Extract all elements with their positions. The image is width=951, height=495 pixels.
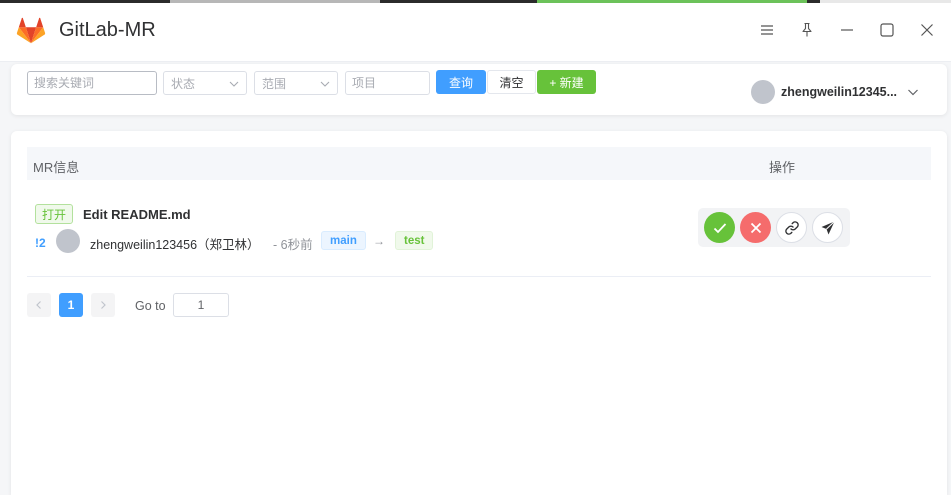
- send-icon: [821, 220, 835, 234]
- status-select[interactable]: 状态: [163, 71, 247, 95]
- link-icon: [784, 220, 799, 235]
- table-header: MR信息 操作: [27, 147, 931, 180]
- action-group: [698, 208, 850, 247]
- gitlab-logo-icon: [16, 17, 46, 44]
- menu-button[interactable]: [757, 20, 777, 40]
- status-badge: 打开: [35, 204, 74, 224]
- branch-arrow: →: [373, 234, 385, 248]
- copy-link-button[interactable]: [776, 212, 807, 243]
- keyword-input[interactable]: [34, 76, 156, 90]
- project-input-wrapper[interactable]: [345, 71, 430, 95]
- reject-button[interactable]: [740, 212, 771, 243]
- top-strip-segment: [170, 0, 380, 3]
- clear-button[interactable]: 清空: [487, 70, 536, 94]
- app-title: GitLab-MR: [59, 19, 156, 41]
- minimize-button[interactable]: [837, 20, 857, 40]
- maximize-button[interactable]: [877, 20, 897, 40]
- approve-button[interactable]: [704, 212, 735, 243]
- scope-select-placeholder: 范围: [262, 76, 287, 91]
- prev-page-button[interactable]: [27, 293, 51, 317]
- status-select-placeholder: 状态: [171, 76, 196, 91]
- user-name[interactable]: zhengweilin12345...: [781, 85, 903, 99]
- mr-iid-link[interactable]: !2: [35, 236, 46, 250]
- next-page-button[interactable]: [91, 293, 115, 317]
- scope-select[interactable]: 范围: [254, 71, 338, 95]
- new-button[interactable]: + 新建: [537, 70, 596, 94]
- pin-button[interactable]: [797, 20, 817, 40]
- chevron-down-icon[interactable]: [906, 85, 920, 99]
- send-button[interactable]: [812, 212, 843, 243]
- close-x-icon: [750, 222, 761, 233]
- check-icon: [713, 222, 726, 233]
- table-row: 打开 Edit README.md !2 zhengweilin123456（郑…: [27, 180, 931, 277]
- avatar: [56, 229, 80, 253]
- keyword-input-wrapper[interactable]: [27, 71, 157, 95]
- query-button[interactable]: 查询: [436, 70, 486, 94]
- page-number-current[interactable]: 1: [59, 293, 83, 317]
- goto-label: Go to: [135, 299, 166, 313]
- search-bar: 状态 范围 查询 清空 + 新建 zhengweilin12345...: [11, 64, 947, 115]
- mr-author: zhengweilin123456（郑卫林）: [90, 238, 260, 252]
- top-strip-segment: [537, 0, 807, 3]
- top-strip-segment: [820, 0, 951, 3]
- column-header-mr-info: MR信息: [33, 160, 80, 175]
- pin-icon: [802, 22, 812, 37]
- title-bar: GitLab-MR: [0, 0, 951, 62]
- minimize-icon: [841, 29, 853, 31]
- top-strip: [0, 0, 951, 3]
- goto-input-wrapper[interactable]: [173, 293, 229, 317]
- user-avatar[interactable]: [751, 80, 775, 104]
- chevron-down-icon: [229, 81, 239, 87]
- menu-icon: [761, 25, 773, 35]
- source-branch-badge: main: [321, 231, 366, 250]
- goto-input[interactable]: [174, 294, 228, 316]
- target-branch-badge: test: [395, 231, 434, 250]
- project-input[interactable]: [352, 76, 429, 90]
- chevron-right-icon: [101, 301, 106, 309]
- column-header-actions: 操作: [769, 160, 796, 175]
- mr-title-link[interactable]: Edit README.md: [83, 207, 191, 222]
- chevron-down-icon: [320, 81, 330, 87]
- close-window-button[interactable]: [917, 20, 937, 40]
- mr-time: - 6秒前: [273, 238, 313, 252]
- mr-list-panel: MR信息 操作 打开 Edit README.md !2 zhengweilin…: [11, 131, 947, 495]
- chevron-left-icon: [36, 301, 41, 309]
- close-icon: [921, 24, 933, 36]
- maximize-icon: [880, 23, 894, 37]
